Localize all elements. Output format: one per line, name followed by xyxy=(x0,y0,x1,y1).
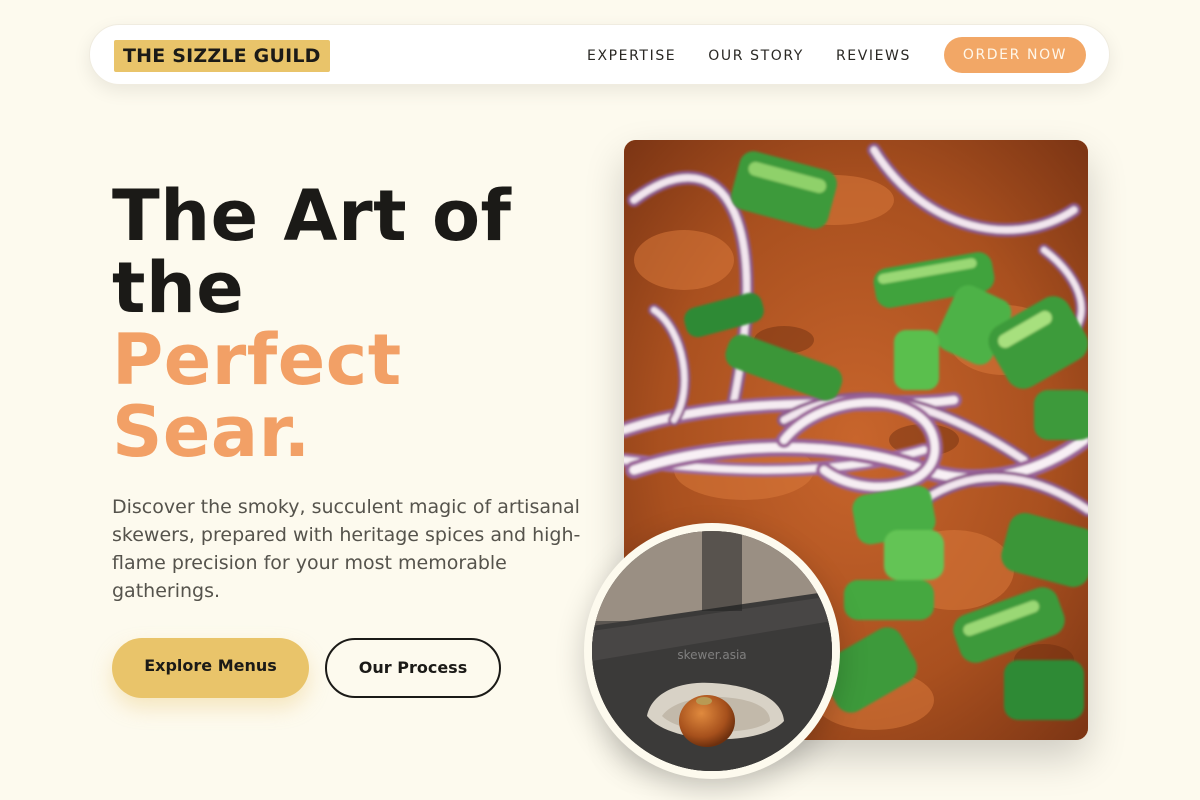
nav-link-reviews[interactable]: REVIEWS xyxy=(836,48,911,64)
nav-link-our-story[interactable]: OUR STORY xyxy=(708,48,804,64)
nav-links: EXPERTISE OUR STORY REVIEWS xyxy=(587,25,911,86)
top-navbar: THE SIZZLE GUILD EXPERTISE OUR STORY REV… xyxy=(89,24,1110,85)
inset-food-photo: skewer.asia xyxy=(592,531,832,771)
headline-accent-line-2: Sear. xyxy=(112,391,311,473)
inset-photo-frame: skewer.asia xyxy=(584,523,840,779)
photo-watermark: skewer.asia xyxy=(677,648,747,662)
hero-headline: The Art of the Perfect Sear. xyxy=(112,180,582,468)
brand-logo[interactable]: THE SIZZLE GUILD xyxy=(114,40,330,72)
headline-accent-line-1: Perfect xyxy=(112,319,402,401)
hero-lead-text: Discover the smoky, succulent magic of a… xyxy=(112,496,581,602)
nav-link-expertise[interactable]: EXPERTISE xyxy=(587,48,676,64)
order-now-button[interactable]: ORDER NOW xyxy=(944,37,1086,73)
our-process-button[interactable]: Our Process xyxy=(325,638,501,698)
headline-line-2: the xyxy=(112,247,245,329)
headline-line-1: The Art of xyxy=(112,175,512,257)
explore-menus-button[interactable]: Explore Menus xyxy=(112,638,309,698)
